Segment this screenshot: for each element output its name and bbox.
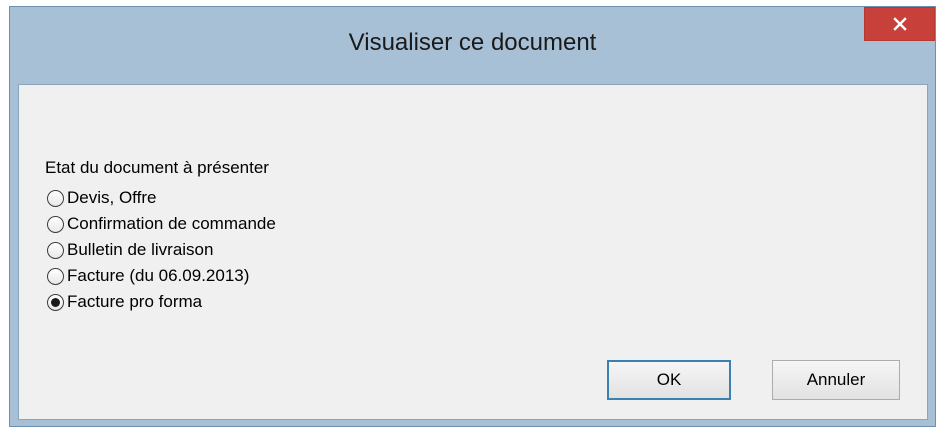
- radio-label: Facture pro forma: [67, 292, 203, 311]
- dialog-window: Visualiser ce document Etat du document …: [9, 6, 936, 427]
- radio-label: Confirmation de commande: [67, 214, 276, 233]
- title-bar[interactable]: Visualiser ce document: [10, 7, 935, 84]
- document-state-options: Devis, Offre Confirmation de commande Bu…: [47, 185, 276, 315]
- radio-button[interactable]: [47, 241, 64, 259]
- ok-button[interactable]: OK: [607, 360, 731, 400]
- radio-option-facture-pro-forma[interactable]: Facture pro forma: [47, 289, 276, 315]
- radio-button[interactable]: [47, 293, 64, 311]
- radio-option-bulletin-livraison[interactable]: Bulletin de livraison: [47, 237, 276, 263]
- radio-label: Devis, Offre: [67, 188, 157, 207]
- radio-label: Facture (du 06.09.2013): [67, 266, 250, 285]
- document-state-label: Etat du document à présenter: [45, 158, 269, 177]
- dialog-content: Etat du document à présenter Devis, Offr…: [18, 84, 928, 420]
- radio-option-facture[interactable]: Facture (du 06.09.2013): [47, 263, 276, 289]
- cancel-button[interactable]: Annuler: [772, 360, 900, 400]
- close-button[interactable]: [864, 7, 935, 41]
- radio-option-confirmation-commande[interactable]: Confirmation de commande: [47, 211, 276, 237]
- radio-option-devis-offre[interactable]: Devis, Offre: [47, 185, 276, 211]
- close-icon: [892, 17, 907, 31]
- radio-button[interactable]: [47, 267, 64, 285]
- dialog-title: Visualiser ce document: [348, 29, 597, 56]
- radio-button[interactable]: [47, 215, 64, 233]
- radio-label: Bulletin de livraison: [67, 240, 214, 259]
- radio-button[interactable]: [47, 189, 64, 207]
